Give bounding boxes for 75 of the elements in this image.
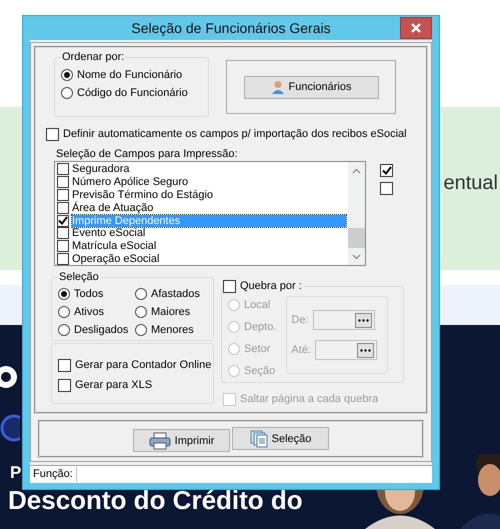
list-item[interactable]: Número Apólice Seguro — [72, 176, 346, 188]
checkbox-label: Definir automaticamente os campos p/ importação dos recibos eSocial — [63, 128, 407, 140]
checkbox-label: Gerar para XLS — [75, 379, 152, 391]
radio-label: Setor — [244, 343, 270, 355]
checkbox[interactable] — [380, 182, 393, 195]
checkbox[interactable] — [380, 164, 393, 177]
radio-label: Código do Funcionário — [77, 87, 188, 99]
status-label: Função: — [30, 467, 77, 482]
radio-label: Ativos — [74, 306, 104, 318]
checkbox[interactable] — [57, 252, 69, 265]
ellipsis-icon — [360, 348, 371, 352]
radio-label: Depto. — [244, 321, 276, 333]
ellipsis-button[interactable] — [354, 312, 372, 328]
checkbox[interactable] — [57, 163, 69, 176]
checkbox-label: Saltar página a cada quebra — [240, 393, 378, 405]
checkbox[interactable] — [57, 240, 69, 252]
documents-icon — [250, 430, 268, 448]
list-label: Seleção de Campos para Impressão: — [56, 148, 238, 160]
radio-label: Menores — [151, 324, 194, 336]
checkbox[interactable] — [58, 358, 71, 372]
radio-button[interactable] — [58, 288, 70, 300]
list-item[interactable]: Evento eSocial — [72, 227, 346, 240]
radio-label: Nome do Funcionário — [77, 69, 182, 81]
list-item[interactable]: Área de Atuação — [72, 202, 346, 214]
list-item[interactable]: Operação eSocial — [72, 252, 346, 265]
chevron-up-icon — [352, 168, 361, 174]
radio-button[interactable] — [135, 324, 147, 336]
checkbox-label: Gerar para Contador Online — [75, 359, 212, 371]
from-field[interactable] — [312, 310, 375, 330]
checkbox[interactable] — [57, 176, 69, 188]
to-field[interactable] — [315, 340, 377, 360]
field-label: De: — [291, 314, 309, 326]
checkbox[interactable] — [58, 378, 71, 392]
field-label: Até: — [291, 344, 311, 356]
fields-list[interactable]: Seguradora Número Apólice Seguro Previsão Término do Estágio Área de Atuação Imprime Dependentes Evento eSocial Matrícula eSocial Operação eSocial — [54, 161, 366, 266]
radio-button[interactable] — [58, 324, 70, 336]
scrollbar-thumb[interactable] — [348, 228, 365, 248]
chevron-down-icon — [352, 254, 361, 260]
scrollbar[interactable] — [348, 162, 365, 265]
banner-text: entual — [444, 172, 498, 195]
ellipsis-button[interactable] — [357, 342, 374, 358]
radio-label: Afastados — [151, 288, 200, 300]
radio-label: Desligados — [74, 324, 128, 336]
selection-button[interactable]: Seleção — [232, 427, 329, 450]
list-item[interactable]: Previsão Término do Estágio — [72, 188, 346, 201]
employees-button[interactable]: Funcionários — [244, 76, 378, 98]
checkbox[interactable] — [46, 128, 59, 140]
radio-button[interactable] — [61, 87, 73, 99]
radio-button[interactable] — [61, 69, 73, 81]
radio-label: Maiores — [151, 306, 190, 318]
list-item[interactable]: Seguradora — [72, 163, 346, 176]
checkbox[interactable] — [57, 202, 69, 214]
ellipsis-icon — [358, 318, 369, 322]
headline: Desconto do Crédito do — [8, 486, 303, 514]
person-icon — [270, 80, 284, 94]
checkbox[interactable] — [223, 280, 236, 292]
close-icon — [411, 23, 421, 33]
headline-prefix: P — [10, 464, 22, 482]
window-title: Seleção de Funcionários Gerais — [131, 20, 331, 36]
printer-icon — [148, 432, 171, 450]
radio-button[interactable] — [135, 288, 147, 300]
radio-label: Local — [244, 299, 270, 311]
group-label: Ordenar por: — [61, 51, 126, 64]
checkbox-label: Quebra por : — [240, 280, 302, 292]
checkbox[interactable] — [57, 214, 69, 227]
radio-button[interactable] — [135, 306, 147, 318]
radio-label: Todos — [74, 288, 104, 300]
checkbox[interactable] — [57, 188, 69, 201]
checkbox[interactable] — [57, 227, 69, 240]
group-label: Seleção — [58, 271, 100, 284]
close-button[interactable] — [400, 17, 432, 39]
print-button[interactable]: Imprimir — [133, 429, 230, 452]
radio-button[interactable] — [58, 306, 70, 318]
list-item[interactable]: Matrícula eSocial — [72, 240, 346, 252]
radio-label: Seção — [244, 365, 276, 377]
